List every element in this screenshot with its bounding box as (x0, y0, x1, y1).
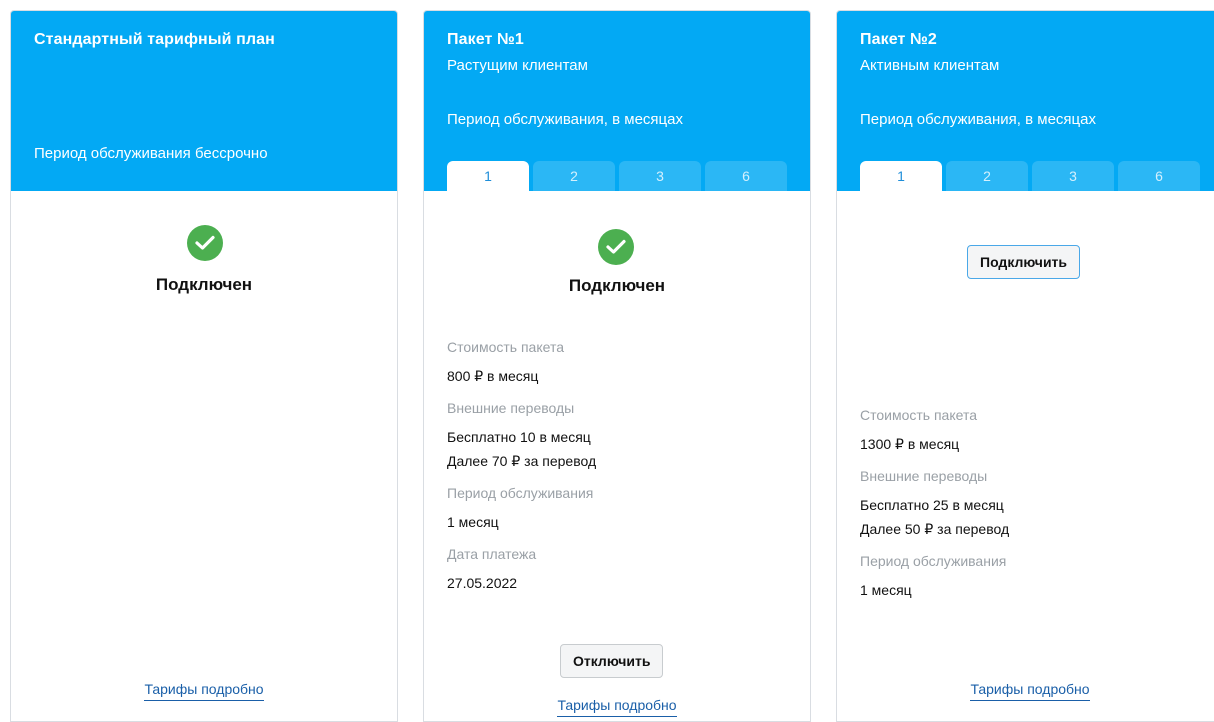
tariffs-details-link[interactable]: Тарифы подробно (11, 681, 397, 701)
service-period-text: Период обслуживания бессрочно (34, 145, 268, 162)
period-tab-1[interactable]: 1 (860, 161, 942, 191)
service-period-label: Период обслуживания (860, 553, 1007, 569)
cost-value: 800 ₽ в месяц (447, 368, 539, 384)
check-circle-icon (598, 229, 634, 265)
cost-value: 1300 ₽ в месяц (860, 436, 960, 452)
card-header: Пакет №2 Активным клиентам Период обслуж… (837, 11, 1214, 191)
tariff-card-package-1: Пакет №1 Растущим клиентам Период обслуж… (423, 10, 811, 722)
check-circle-icon (187, 225, 223, 261)
cost-label: Стоимость пакета (860, 407, 977, 423)
transfers-free-value: Бесплатно 25 в месяц (860, 497, 1004, 513)
card-subtitle: Активным клиентам (860, 57, 1000, 74)
period-tab-6[interactable]: 6 (705, 161, 787, 191)
payment-date-value: 27.05.2022 (447, 575, 518, 591)
tariff-card-standard: Стандартный тарифный план Период обслужи… (10, 10, 398, 722)
tariffs-details-link-label[interactable]: Тарифы подробно (557, 697, 677, 717)
transfers-after-value: Далее 70 ₽ за перевод (447, 453, 597, 469)
status-connected: Подключен (568, 276, 666, 295)
transfers-free-value: Бесплатно 10 в месяц (447, 429, 591, 445)
tariffs-details-link[interactable]: Тарифы подробно (837, 681, 1214, 701)
status-connected: Подключен (155, 275, 253, 294)
transfers-label: Внешние переводы (447, 400, 575, 416)
disconnect-button[interactable]: Отключить (560, 644, 664, 678)
tariffs-details-link-label[interactable]: Тарифы подробно (970, 681, 1090, 701)
period-tabs: 1 2 3 6 (447, 161, 787, 191)
card-subtitle: Растущим клиентам (447, 57, 588, 74)
package-details: Стоимость пакета 800 ₽ в месяц Внешние п… (447, 339, 596, 607)
period-tab-2[interactable]: 2 (946, 161, 1028, 191)
transfers-label: Внешние переводы (860, 468, 988, 484)
period-tabs: 1 2 3 6 (860, 161, 1200, 191)
card-title: Пакет №1 (447, 31, 524, 48)
tariffs-details-link-label[interactable]: Тарифы подробно (144, 681, 264, 701)
period-tab-1[interactable]: 1 (447, 161, 529, 191)
period-tab-3[interactable]: 3 (1032, 161, 1114, 191)
period-tab-3[interactable]: 3 (619, 161, 701, 191)
card-title: Стандартный тарифный план (34, 31, 275, 48)
payment-date-label: Дата платежа (447, 546, 537, 562)
tariffs-details-link[interactable]: Тарифы подробно (424, 697, 810, 717)
transfers-after-value: Далее 50 ₽ за перевод (860, 521, 1010, 537)
cost-label: Стоимость пакета (447, 339, 564, 355)
package-details: Стоимость пакета 1300 ₽ в месяц Внешние … (860, 407, 1009, 614)
period-label: Период обслуживания, в месяцах (860, 111, 1096, 128)
tariff-card-package-2: Пакет №2 Активным клиентам Период обслуж… (836, 10, 1214, 722)
card-title: Пакет №2 (860, 31, 937, 48)
period-tab-6[interactable]: 6 (1118, 161, 1200, 191)
period-tab-2[interactable]: 2 (533, 161, 615, 191)
card-header: Пакет №1 Растущим клиентам Период обслуж… (424, 11, 810, 191)
connect-button[interactable]: Подключить (967, 245, 1081, 279)
service-period-label: Период обслуживания (447, 485, 594, 501)
card-header: Стандартный тарифный план Период обслужи… (11, 11, 397, 191)
service-period-value: 1 месяц (860, 582, 912, 598)
service-period-value: 1 месяц (447, 514, 499, 530)
period-label: Период обслуживания, в месяцах (447, 111, 683, 128)
